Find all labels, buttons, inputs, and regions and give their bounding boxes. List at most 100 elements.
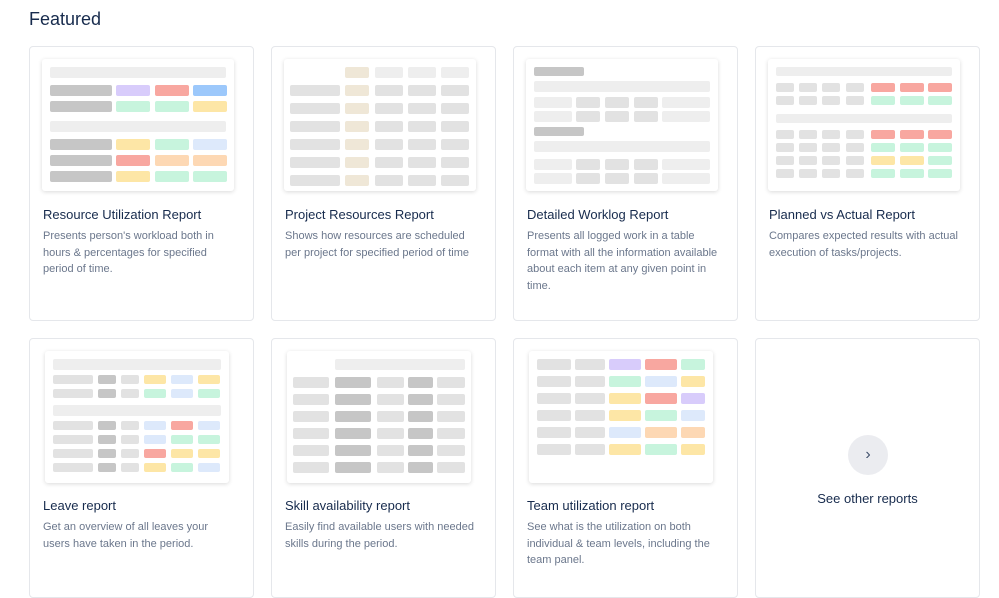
- report-thumbnail: [42, 59, 234, 191]
- thumbnail-bar: [53, 375, 93, 384]
- thumbnail-bar: [681, 376, 705, 387]
- report-card-resource-utilization[interactable]: Resource Utilization Report Presents per…: [29, 46, 254, 321]
- report-title: Detailed Worklog Report: [527, 207, 669, 222]
- thumbnail-bar: [537, 393, 571, 404]
- thumbnail-bar: [408, 121, 436, 132]
- thumbnail-bar: [290, 157, 340, 168]
- thumbnail-bar: [609, 376, 641, 387]
- thumbnail-bar: [116, 101, 150, 112]
- thumbnail-bar: [900, 96, 924, 105]
- thumbnail-bar: [609, 410, 641, 421]
- thumbnail-bar: [345, 67, 369, 78]
- thumbnail-bar: [375, 103, 403, 114]
- thumbnail-bar: [375, 157, 403, 168]
- thumbnail-bar: [290, 103, 340, 114]
- thumbnail-bar: [441, 103, 469, 114]
- thumbnail-bar: [846, 143, 864, 152]
- report-title: Resource Utilization Report: [43, 207, 202, 222]
- thumbnail-bar: [900, 83, 924, 92]
- thumbnail-bar: [121, 463, 139, 472]
- report-card-leave[interactable]: Leave report Get an overview of all leav…: [29, 338, 254, 598]
- report-card-skill-availability[interactable]: Skill availability report Easily find av…: [271, 338, 496, 598]
- section-title: Featured: [29, 9, 102, 29]
- thumbnail-bar: [116, 139, 150, 150]
- thumbnail-bar: [121, 435, 139, 444]
- thumbnail-bar: [645, 393, 677, 404]
- thumbnail-bar: [98, 435, 116, 444]
- thumbnail-bar: [662, 159, 710, 170]
- thumbnail-bar: [171, 435, 193, 444]
- thumbnail-bar: [822, 130, 840, 139]
- see-other-reports-card[interactable]: › See other reports: [755, 338, 980, 598]
- thumbnail-bar: [408, 157, 436, 168]
- thumbnail-bar: [290, 139, 340, 150]
- thumbnail-bar: [776, 143, 794, 152]
- see-other-reports-label: See other reports: [817, 491, 918, 506]
- thumbnail-bar: [441, 121, 469, 132]
- thumbnail-bar: [290, 85, 340, 96]
- report-description: Shows how resources are scheduled per pr…: [285, 230, 470, 259]
- report-card-project-resources[interactable]: Project Resources Report Shows how resou…: [271, 46, 496, 321]
- see-other-reports-button[interactable]: ›: [848, 435, 888, 475]
- thumbnail-bar: [645, 359, 677, 370]
- thumbnail-bar: [155, 155, 189, 166]
- thumbnail-bar: [335, 359, 465, 370]
- thumbnail-bar: [408, 85, 436, 96]
- thumbnail-bar: [53, 359, 221, 370]
- thumbnail-bar: [871, 130, 895, 139]
- thumbnail-bar: [575, 410, 605, 421]
- thumbnail-bar: [681, 393, 705, 404]
- report-title: Team utilization report: [527, 498, 655, 513]
- thumbnail-bar: [121, 389, 139, 398]
- thumbnail-bar: [408, 445, 433, 456]
- thumbnail-bar: [776, 83, 794, 92]
- thumbnail-bar: [605, 173, 629, 184]
- thumbnail-bar: [50, 85, 112, 96]
- thumbnail-bar: [534, 111, 572, 122]
- thumbnail-bar: [293, 394, 329, 405]
- thumbnail-bar: [144, 375, 166, 384]
- thumbnail-bar: [681, 359, 705, 370]
- report-card-team-utilization[interactable]: Team utilization report See what is the …: [513, 338, 738, 598]
- thumbnail-bar: [776, 156, 794, 165]
- thumbnail-bar: [290, 175, 340, 186]
- thumbnail-bar: [193, 155, 227, 166]
- thumbnail-bar: [408, 67, 436, 78]
- thumbnail-bar: [171, 421, 193, 430]
- thumbnail-bar: [345, 121, 369, 132]
- report-title: Project Resources Report: [285, 207, 434, 222]
- report-title: Planned vs Actual Report: [769, 207, 915, 222]
- thumbnail-bar: [846, 156, 864, 165]
- thumbnail-bar: [50, 67, 226, 78]
- thumbnail-bar: [609, 393, 641, 404]
- thumbnail-bar: [408, 428, 433, 439]
- thumbnail-bar: [799, 143, 817, 152]
- thumbnail-bar: [121, 375, 139, 384]
- thumbnail-bar: [198, 421, 220, 430]
- report-card-detailed-worklog[interactable]: Detailed Worklog Report Presents all log…: [513, 46, 738, 321]
- thumbnail-bar: [822, 169, 840, 178]
- thumbnail-bar: [822, 156, 840, 165]
- thumbnail-bar: [198, 389, 220, 398]
- thumbnail-bar: [437, 411, 465, 422]
- thumbnail-bar: [171, 389, 193, 398]
- thumbnail-bar: [53, 435, 93, 444]
- thumbnail-bar: [408, 394, 433, 405]
- thumbnail-bar: [576, 173, 600, 184]
- thumbnail-bar: [155, 101, 189, 112]
- thumbnail-bar: [53, 405, 221, 416]
- report-card-planned-vs-actual[interactable]: Planned vs Actual Report Compares expect…: [755, 46, 980, 321]
- thumbnail-bar: [193, 139, 227, 150]
- thumbnail-bar: [53, 389, 93, 398]
- thumbnail-bar: [534, 127, 584, 136]
- thumbnail-bar: [50, 171, 112, 182]
- thumbnail-bar: [846, 96, 864, 105]
- thumbnail-bar: [377, 411, 404, 422]
- thumbnail-bar: [928, 169, 952, 178]
- thumbnail-bar: [375, 121, 403, 132]
- thumbnail-bar: [345, 85, 369, 96]
- thumbnail-bar: [928, 143, 952, 152]
- thumbnail-bar: [605, 159, 629, 170]
- thumbnail-bar: [662, 173, 710, 184]
- thumbnail-bar: [776, 114, 952, 123]
